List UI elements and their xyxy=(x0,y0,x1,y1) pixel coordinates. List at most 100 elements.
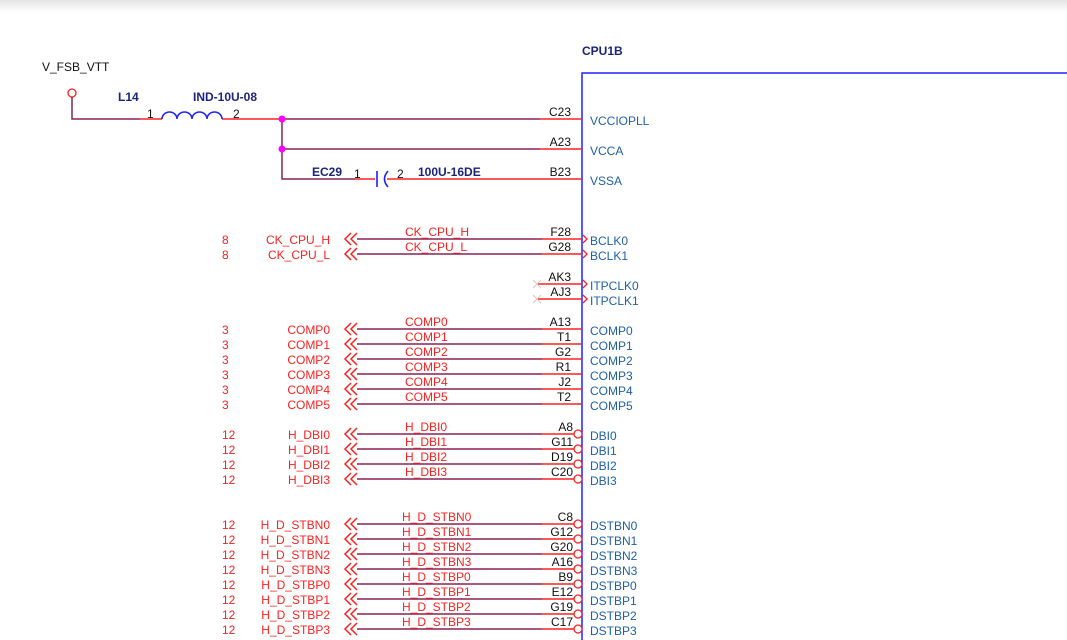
offpage-connector-icon[interactable] xyxy=(343,247,358,261)
active-low-bubble-icon xyxy=(573,444,583,454)
page-reference[interactable]: 3 xyxy=(222,398,229,412)
active-low-bubble-icon xyxy=(573,519,583,529)
page-reference[interactable]: 12 xyxy=(222,623,236,637)
page-reference[interactable]: 3 xyxy=(222,323,229,337)
pin-number: AK3 xyxy=(548,270,571,284)
offpage-net-name: H_D_STBN3 xyxy=(261,563,331,577)
offpage-net-name: H_D_STBP0 xyxy=(261,578,330,592)
pin-number: G19 xyxy=(550,600,573,614)
pin-name: VCCA xyxy=(590,144,623,158)
offpage-net-name: H_D_STBN1 xyxy=(261,533,331,547)
signal-pins: 8 CK_CPU_H CK_CPU_H F28 BCLK0 8 CK_CPU_L CK_CPU… xyxy=(222,225,639,638)
offpage-connector-icon[interactable] xyxy=(343,547,358,561)
offpage-net-name: CK_CPU_H xyxy=(266,233,330,247)
schematic: CPU1B V_FSB_VTT L14 IND-10U-08 1 2 EC29 … xyxy=(42,44,1067,640)
pin-name: DSTBN1 xyxy=(590,534,638,548)
offpage-connector-icon[interactable] xyxy=(343,352,358,366)
pin-name: DSTBP3 xyxy=(590,624,637,638)
offpage-net-name: H_D_STBP2 xyxy=(261,608,330,622)
offpage-connector-icon[interactable] xyxy=(343,592,358,606)
page-reference[interactable]: 12 xyxy=(222,578,236,592)
offpage-net-name: COMP5 xyxy=(287,398,330,412)
page-reference[interactable]: 12 xyxy=(222,428,236,442)
active-low-bubble-icon xyxy=(573,594,583,604)
net-label: H_D_STBP1 xyxy=(402,585,471,599)
offpage-connector-icon[interactable] xyxy=(343,232,358,246)
input-pin-arrow-icon xyxy=(582,249,588,259)
power-pins: C23 VCCIOPLL A23 VCCA B23 VSSA xyxy=(540,105,650,188)
offpage-net-name: H_D_STBN0 xyxy=(261,518,331,532)
offpage-connector-icon[interactable] xyxy=(343,322,358,336)
net-label: H_D_STBN0 xyxy=(402,510,472,524)
page-reference[interactable]: 3 xyxy=(222,383,229,397)
power-port-icon xyxy=(67,88,77,98)
pin-name: DBI1 xyxy=(590,444,617,458)
offpage-connector-icon[interactable] xyxy=(343,532,358,546)
offpage-net-name: H_DBI2 xyxy=(288,458,330,472)
pin-number: A8 xyxy=(558,420,573,434)
offpage-connector-icon[interactable] xyxy=(343,562,358,576)
signal-row: 3 COMP5 COMP5 T2 COMP5 xyxy=(222,390,633,413)
active-low-bubble-icon xyxy=(573,429,583,439)
page-reference[interactable]: 3 xyxy=(222,368,229,382)
offpage-connector-icon[interactable] xyxy=(343,367,358,381)
net-label: H_DBI2 xyxy=(405,450,447,464)
net-label: COMP3 xyxy=(405,360,448,374)
page-reference[interactable]: 12 xyxy=(222,608,236,622)
offpage-connector-icon[interactable] xyxy=(343,577,358,591)
pin-number: A13 xyxy=(550,315,572,329)
net-label: H_D_STBN2 xyxy=(402,540,472,554)
offpage-connector-icon[interactable] xyxy=(343,397,358,411)
pin-name: COMP5 xyxy=(590,399,633,413)
capacitor-ref: EC29 xyxy=(312,165,342,179)
capacitor-value: 100U-16DE xyxy=(418,165,481,179)
pin-number: T1 xyxy=(557,330,571,344)
component-ref: CPU1B xyxy=(582,44,623,58)
net-label: COMP5 xyxy=(405,390,448,404)
page-reference[interactable]: 12 xyxy=(222,458,236,472)
offpage-net-name: COMP2 xyxy=(287,353,330,367)
page-reference[interactable]: 12 xyxy=(222,518,236,532)
offpage-connector-icon[interactable] xyxy=(343,457,358,471)
pin-number: J2 xyxy=(558,375,571,389)
page-reference[interactable]: 3 xyxy=(222,338,229,352)
net-label: H_D_STBP0 xyxy=(402,570,471,584)
pin-number: F28 xyxy=(550,225,571,239)
net-label: H_D_STBN1 xyxy=(402,525,472,539)
pin-number: G28 xyxy=(548,240,571,254)
pin-name: DBI0 xyxy=(590,429,617,443)
net-label: COMP1 xyxy=(405,330,448,344)
offpage-net-name: H_D_STBN2 xyxy=(261,548,331,562)
page-reference[interactable]: 12 xyxy=(222,563,236,577)
page-reference[interactable]: 12 xyxy=(222,548,236,562)
page-reference[interactable]: 8 xyxy=(222,248,229,262)
page-reference[interactable]: 12 xyxy=(222,533,236,547)
offpage-connector-icon[interactable] xyxy=(343,472,358,486)
pin-number: C20 xyxy=(551,465,573,479)
pin-number: A23 xyxy=(550,135,572,149)
active-low-bubble-icon xyxy=(573,564,583,574)
pin-number: AJ3 xyxy=(550,285,571,299)
offpage-connector-icon[interactable] xyxy=(343,517,358,531)
pin-number: T2 xyxy=(557,390,571,404)
offpage-connector-icon[interactable] xyxy=(343,337,358,351)
offpage-connector-icon[interactable] xyxy=(343,427,358,441)
inductor-icon xyxy=(161,111,223,120)
offpage-connector-icon[interactable] xyxy=(343,382,358,396)
page-reference[interactable]: 12 xyxy=(222,473,236,487)
pin-name: DBI2 xyxy=(590,459,617,473)
page-reference[interactable]: 8 xyxy=(222,233,229,247)
offpage-connector-icon[interactable] xyxy=(343,442,358,456)
pin-number: A16 xyxy=(552,555,574,569)
page-reference[interactable]: 12 xyxy=(222,443,236,457)
offpage-connector-icon[interactable] xyxy=(343,622,358,636)
net-label: H_D_STBP3 xyxy=(402,615,471,629)
pin-name: ITPCLK0 xyxy=(590,279,639,293)
pin-name: COMP4 xyxy=(590,384,633,398)
pin-number: D19 xyxy=(551,450,573,464)
offpage-connector-icon[interactable] xyxy=(343,607,358,621)
pin-name: DSTBP1 xyxy=(590,594,637,608)
page-reference[interactable]: 12 xyxy=(222,593,236,607)
pin-number: E12 xyxy=(552,585,574,599)
page-reference[interactable]: 3 xyxy=(222,353,229,367)
